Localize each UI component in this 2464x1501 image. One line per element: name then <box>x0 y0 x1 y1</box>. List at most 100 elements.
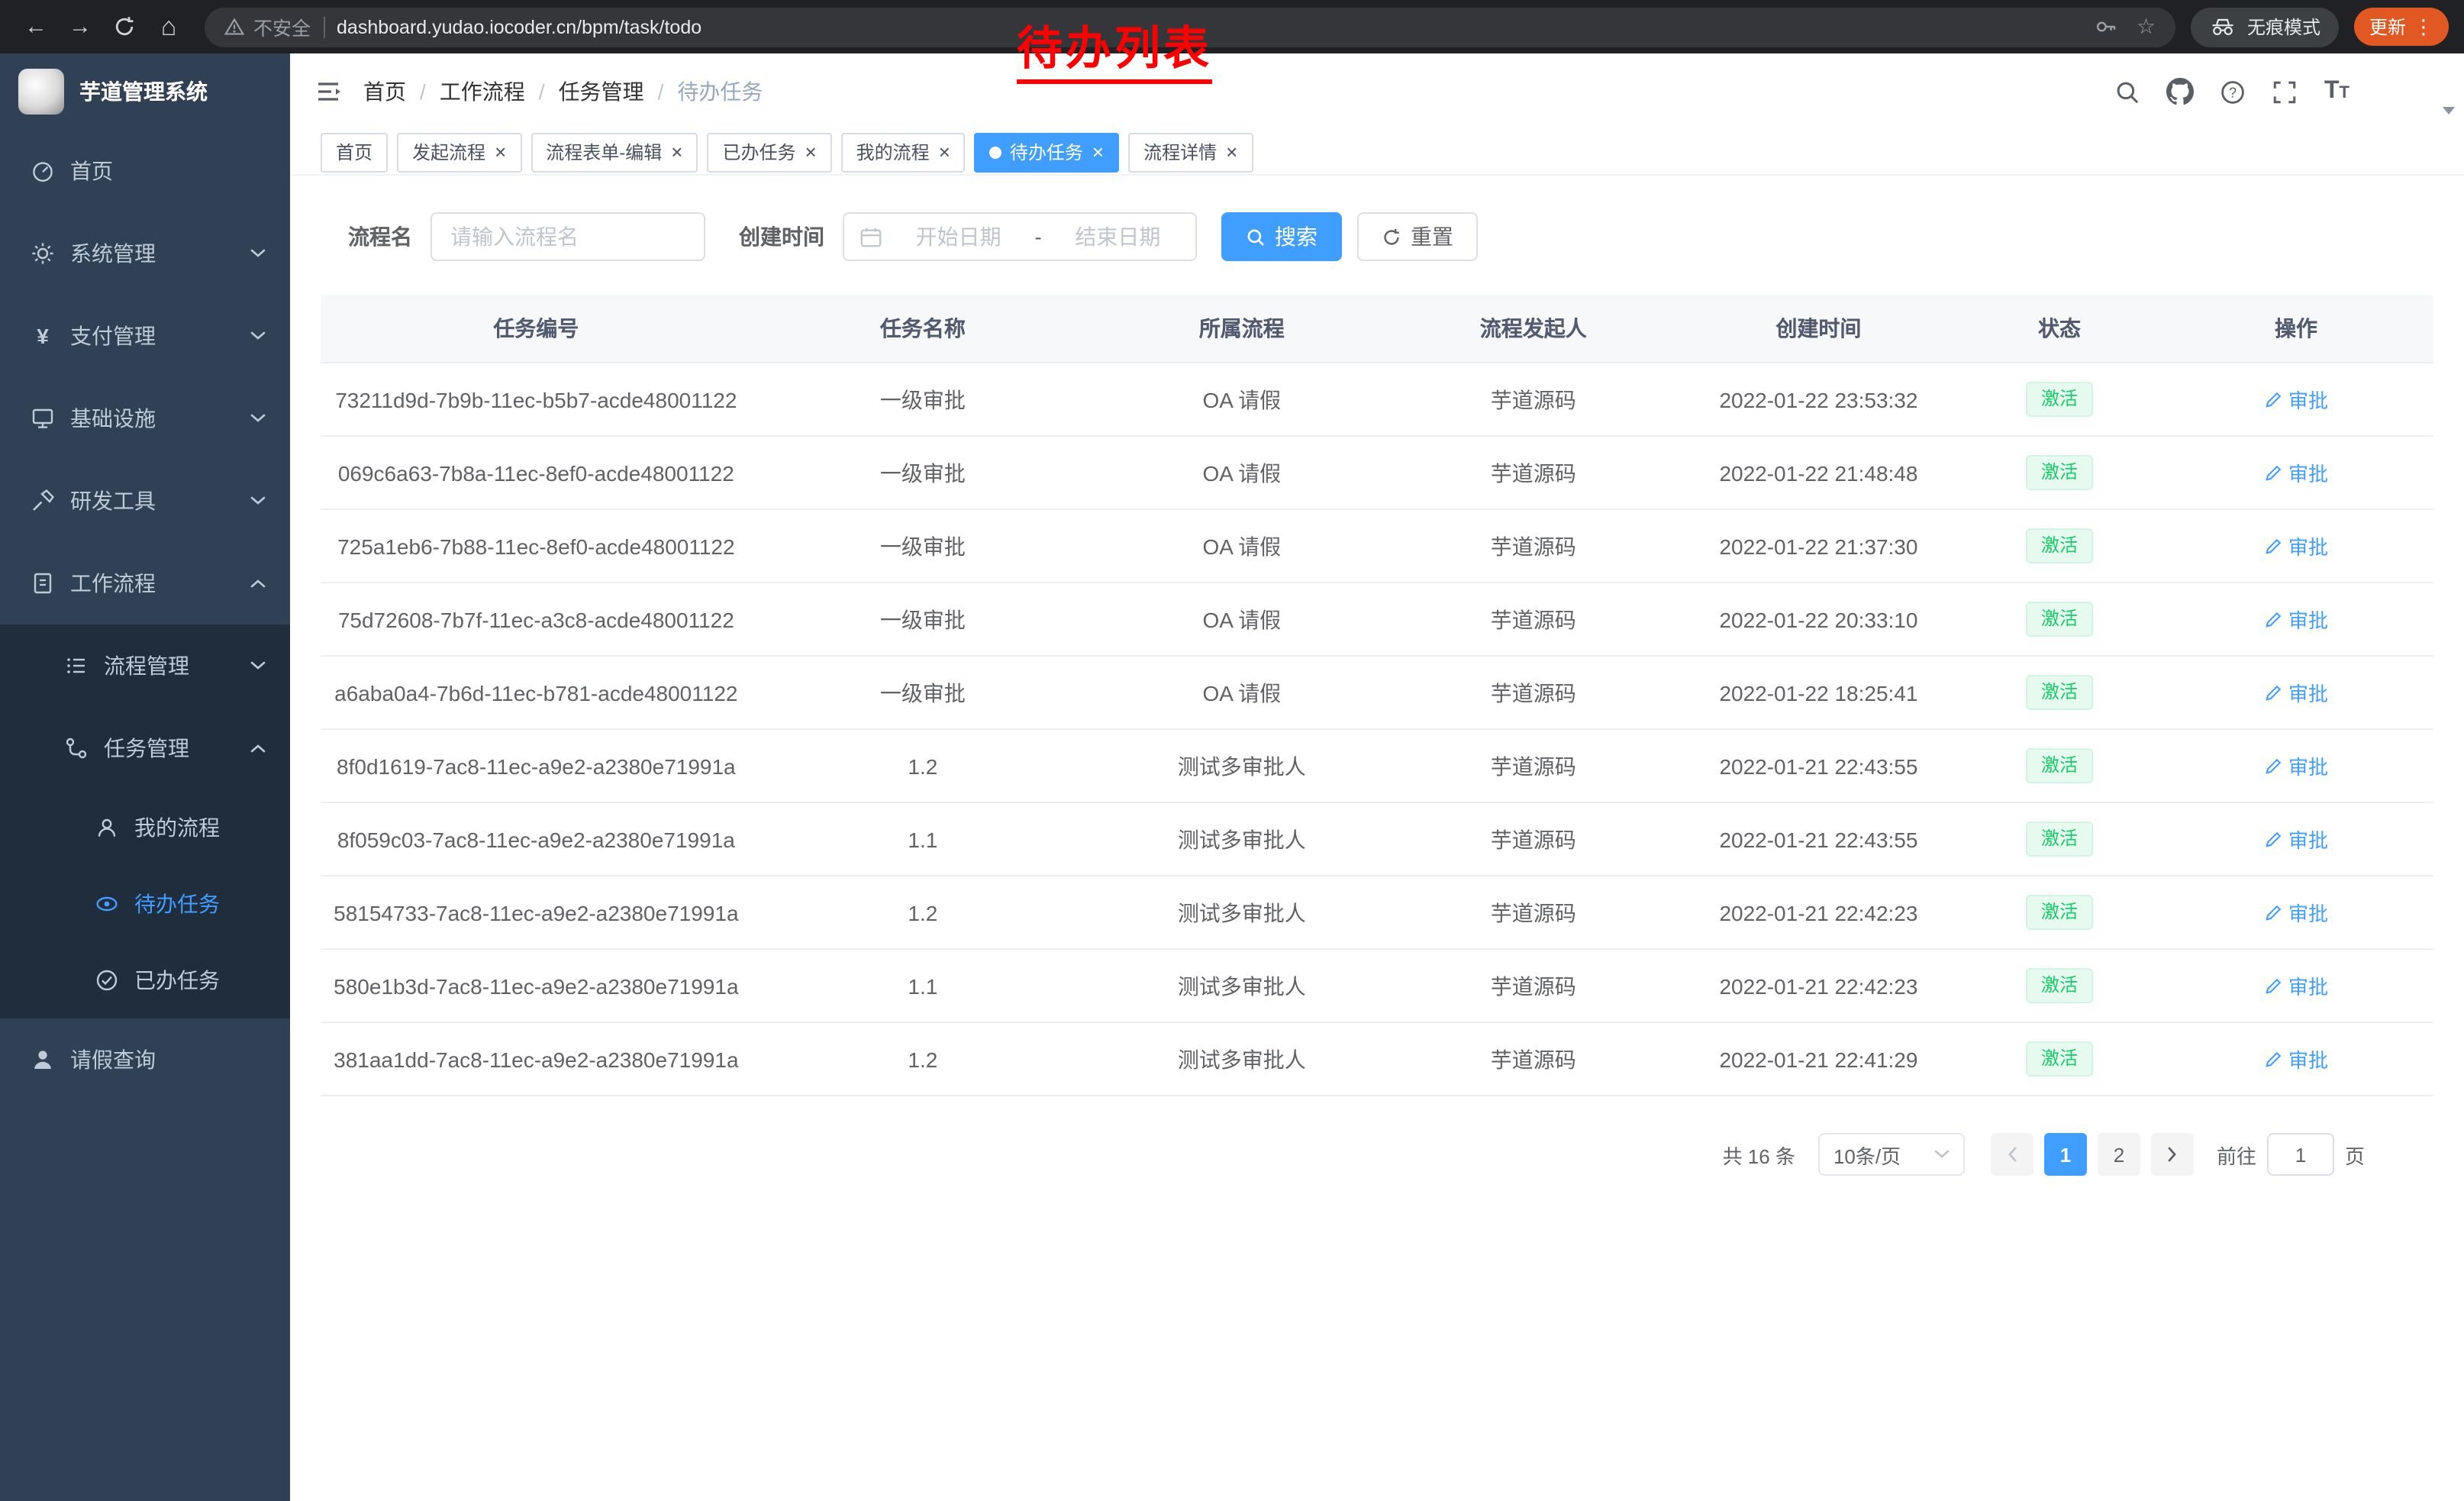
start-date-placeholder[interactable]: 开始日期 <box>896 221 1021 252</box>
approve-button[interactable]: 审批 <box>2264 458 2328 487</box>
sidebar-item-payment[interactable]: ¥ 支付管理 <box>0 295 290 377</box>
col-action: 操作 <box>2159 295 2433 362</box>
browser-back-button[interactable]: ← <box>15 6 56 47</box>
edit-icon <box>2264 537 2282 555</box>
tab-my-processes[interactable]: 我的流程 × <box>841 132 966 172</box>
cell-task-id: 725a1eb6-7b88-11ec-8ef0-acde48001122 <box>321 510 752 582</box>
tab-done-tasks[interactable]: 已办任务 × <box>707 132 831 172</box>
breadcrumb: 首页 / 工作流程 / 任务管理 / 待办任务 <box>363 76 763 107</box>
caret-down-icon <box>2443 106 2455 114</box>
svg-text:?: ? <box>2230 84 2237 99</box>
approve-button[interactable]: 审批 <box>2264 385 2328 414</box>
chevron-down-icon <box>250 661 266 670</box>
help-icon[interactable]: ? <box>2221 79 2246 105</box>
tab-process-detail[interactable]: 流程详情 × <box>1128 132 1253 172</box>
status-badge: 激活 <box>2026 748 2093 783</box>
sidebar-item-dev-tools[interactable]: 研发工具 <box>0 460 290 542</box>
cell-task-id: 381aa1dd-7ac8-11ec-a9e2-a2380e71991a <box>321 1023 752 1095</box>
goto-page-input[interactable] <box>2267 1133 2334 1176</box>
page-size-select[interactable]: 10条/页 <box>1818 1133 1965 1176</box>
cell-task-id: a6aba0a4-7b6d-11ec-b781-acde48001122 <box>321 657 752 728</box>
sidebar-item-task-management[interactable]: 任务管理 <box>0 707 290 789</box>
search-button[interactable]: 搜索 <box>1221 212 1342 261</box>
fullscreen-icon[interactable] <box>2272 79 2298 105</box>
page-button-2[interactable]: 2 <box>2098 1133 2140 1176</box>
process-name-input[interactable] <box>431 212 705 261</box>
approve-button[interactable]: 审批 <box>2264 1044 2328 1073</box>
github-icon[interactable] <box>2167 78 2195 105</box>
security-chip[interactable]: 不安全 <box>224 12 311 41</box>
close-icon[interactable]: × <box>805 142 816 162</box>
browser-forward-button[interactable]: → <box>60 6 101 47</box>
sidebar: 芋道管理系统 首页 系统管理 ¥ 支付管理 基础设施 <box>0 53 290 1501</box>
user-icon <box>31 1047 55 1072</box>
sidebar-item-done-tasks[interactable]: 已办任务 <box>0 942 290 1018</box>
close-icon[interactable]: × <box>1226 142 1237 162</box>
sidebar-item-leave-query[interactable]: 请假查询 <box>0 1018 290 1101</box>
goto-suffix: 页 <box>2345 1140 2365 1169</box>
search-icon[interactable] <box>2115 79 2141 105</box>
breadcrumb-home[interactable]: 首页 <box>363 76 406 107</box>
table-row: 8f0d1619-7ac8-11ec-a9e2-a2380e71991a 1.2… <box>321 730 2433 803</box>
browser-update-button[interactable]: 更新 ⋮ <box>2354 8 2449 46</box>
close-icon[interactable]: × <box>939 142 950 162</box>
tags-view-bar: 首页 发起流程 × 流程表单-编辑 × 已办任务 × 我的流程 × <box>290 130 2464 176</box>
tab-home[interactable]: 首页 <box>321 132 388 172</box>
close-icon[interactable]: × <box>1092 142 1104 162</box>
bookmark-star-icon[interactable]: ☆ <box>2137 14 2156 40</box>
sidebar-collapse-icon[interactable] <box>314 78 342 105</box>
table-row: a6aba0a4-7b6d-11ec-b781-acde48001122 一级审… <box>321 657 2433 730</box>
refresh-icon <box>1382 227 1401 247</box>
approve-button[interactable]: 审批 <box>2264 678 2328 707</box>
sidebar-item-infrastructure[interactable]: 基础设施 <box>0 377 290 460</box>
end-date-placeholder[interactable]: 结束日期 <box>1056 221 1180 252</box>
approve-button[interactable]: 审批 <box>2264 898 2328 927</box>
approve-button[interactable]: 审批 <box>2264 531 2328 560</box>
sidebar-item-todo-tasks[interactable]: 待办任务 <box>0 866 290 942</box>
create-time-label: 创建时间 <box>739 221 824 252</box>
edit-icon <box>2264 903 2282 922</box>
app-header: 首页 / 工作流程 / 任务管理 / 待办任务 ? TT <box>290 53 2464 130</box>
person-icon <box>95 815 119 840</box>
approve-button[interactable]: 审批 <box>2264 605 2328 634</box>
close-icon[interactable]: × <box>671 142 682 162</box>
page-content: 流程名 创建时间 开始日期 - 结束日期 搜索 重 <box>290 176 2464 1501</box>
close-icon[interactable]: × <box>495 142 506 162</box>
incognito-icon <box>2209 17 2237 37</box>
refresh-icon <box>113 15 136 38</box>
approve-button[interactable]: 审批 <box>2264 971 2328 1000</box>
browser-home-button[interactable]: ⌂ <box>148 6 189 47</box>
tab-todo-tasks[interactable]: 待办任务 × <box>975 132 1119 172</box>
tools-icon <box>31 489 55 513</box>
status-badge: 激活 <box>2026 602 2093 637</box>
date-range-picker[interactable]: 开始日期 - 结束日期 <box>843 212 1197 261</box>
breadcrumb-current: 待办任务 <box>677 76 763 107</box>
status-badge: 激活 <box>2026 675 2093 710</box>
chevron-left-icon <box>2008 1147 2017 1162</box>
sidebar-item-process-management[interactable]: 流程管理 <box>0 625 290 707</box>
breadcrumb-task-management[interactable]: 任务管理 <box>559 76 644 107</box>
next-page-button[interactable] <box>2151 1133 2194 1176</box>
approve-button[interactable]: 审批 <box>2264 825 2328 854</box>
sidebar-item-workflow[interactable]: 工作流程 <box>0 542 290 625</box>
approve-button[interactable]: 审批 <box>2264 751 2328 780</box>
sidebar-item-system[interactable]: 系统管理 <box>0 212 290 295</box>
prev-page-button[interactable] <box>1991 1133 2033 1176</box>
page-button-1[interactable]: 1 <box>2044 1133 2087 1176</box>
clipboard-icon <box>31 571 55 596</box>
font-size-icon[interactable]: TT <box>2324 78 2350 105</box>
reset-button[interactable]: 重置 <box>1357 212 1478 261</box>
tab-process-form-edit[interactable]: 流程表单-编辑 × <box>531 132 698 172</box>
browser-menu-icon[interactable]: ⋮ <box>2414 15 2433 39</box>
edit-icon <box>2264 390 2282 408</box>
breadcrumb-workflow[interactable]: 工作流程 <box>440 76 525 107</box>
key-icon[interactable] <box>2095 15 2118 38</box>
chevron-right-icon <box>2168 1147 2177 1162</box>
browser-refresh-button[interactable] <box>104 6 145 47</box>
gear-icon <box>31 241 55 266</box>
user-menu[interactable] <box>2375 69 2437 114</box>
sidebar-item-my-processes[interactable]: 我的流程 <box>0 789 290 866</box>
sidebar-item-home[interactable]: 首页 <box>0 130 290 212</box>
tab-start-process[interactable]: 发起流程 × <box>397 132 521 172</box>
chevron-down-icon <box>250 331 266 341</box>
